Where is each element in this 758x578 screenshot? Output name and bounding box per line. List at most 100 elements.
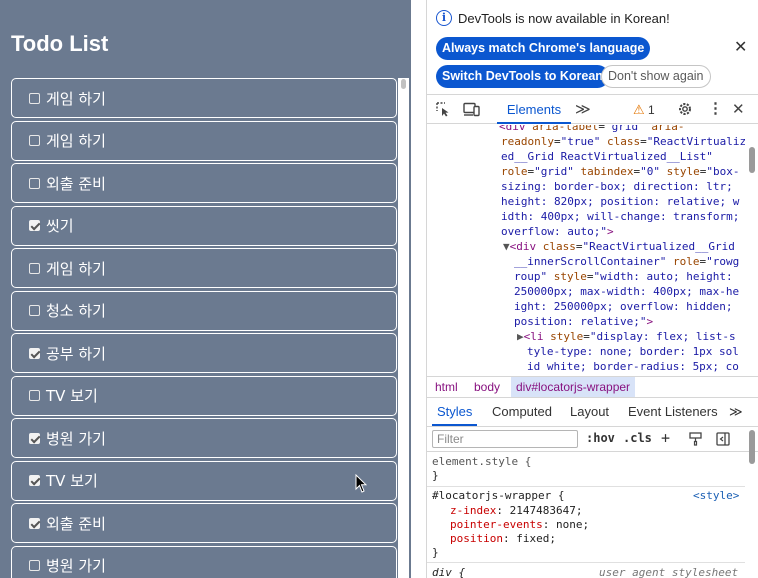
- styles-scrollbar[interactable]: [749, 430, 755, 464]
- rule-close: }: [432, 546, 439, 559]
- todo-item[interactable]: 씻기: [11, 205, 397, 246]
- css-property[interactable]: pointer-events: none;: [450, 518, 589, 532]
- css-property-value: fixed;: [516, 532, 556, 545]
- tab-elements[interactable]: Elements: [497, 95, 571, 124]
- hov-button[interactable]: :hov: [586, 431, 615, 445]
- scrollbar-thumb[interactable]: [401, 79, 406, 89]
- more-options-icon[interactable]: ⋮: [708, 99, 723, 117]
- dont-show-again-button[interactable]: Don't show again: [601, 65, 711, 88]
- devtools-panel: i DevTools is now available in Korean! A…: [427, 0, 758, 578]
- dom-line: readonly="true" class="ReactVirtualiz: [501, 135, 745, 148]
- dom-line: position: relative;">: [514, 315, 654, 328]
- todo-item[interactable]: 게임 하기: [11, 248, 397, 288]
- language-infobar: i DevTools is now available in Korean! A…: [427, 0, 758, 94]
- next-rule-selector: div {: [432, 566, 466, 578]
- dom-line: 250000px; max-width: 400px; max-he: [514, 285, 740, 298]
- todo-label: 공부 하기: [46, 344, 106, 363]
- element-style-close: }: [432, 469, 439, 482]
- switch-to-korean-button[interactable]: Switch DevTools to Korean: [436, 65, 609, 88]
- info-icon: i: [436, 10, 452, 26]
- todo-list: 게임 하기 게임 하기 외출 준비 씻기 게임 하기 청소 하기 공부 하기 TV 보기 병원 …: [11, 78, 397, 578]
- unchecked-checkbox[interactable]: [29, 560, 40, 571]
- breadcrumb-locatorjs-wrapper[interactable]: div#locatorjs-wrapper: [511, 377, 636, 397]
- todo-label: 씻기: [46, 217, 74, 235]
- rule-selector: #locatorjs-wrapper {: [432, 489, 565, 502]
- css-property[interactable]: position: fixed;: [450, 532, 556, 546]
- close-infobar-icon[interactable]: ✕: [734, 37, 747, 57]
- mouse-cursor-icon: [355, 474, 367, 493]
- todo-item[interactable]: 게임 하기: [11, 78, 397, 118]
- checked-checkbox[interactable]: [29, 220, 40, 231]
- checked-checkbox[interactable]: [29, 432, 40, 444]
- more-subtabs-chevron-icon[interactable]: ≫: [729, 398, 743, 426]
- unchecked-checkbox[interactable]: [29, 92, 40, 104]
- warnings-counter[interactable]: ⚠ 1: [633, 102, 655, 118]
- tab-event-listeners[interactable]: Event Listeners: [628, 398, 718, 426]
- todo-label: 청소 하기: [46, 302, 106, 320]
- breadcrumb-body[interactable]: body: [474, 377, 500, 397]
- todo-item[interactable]: 외출 준비: [11, 163, 397, 203]
- dom-line: ▼<div class="ReactVirtualized__Grid: [503, 240, 735, 253]
- warning-icon: ⚠: [633, 102, 645, 117]
- checked-checkbox[interactable]: [29, 347, 40, 359]
- css-property-value: none;: [555, 518, 590, 531]
- new-style-rule-icon[interactable]: +: [661, 429, 670, 447]
- more-tabs-chevron-icon[interactable]: ≫: [575, 100, 591, 118]
- dom-tree-scrollbar[interactable]: [749, 147, 755, 173]
- dom-line: id white; border-radius: 5px; co: [527, 360, 739, 373]
- todo-label: 병원 가기: [46, 429, 106, 448]
- unchecked-checkbox[interactable]: [29, 135, 40, 146]
- styles-filter-input[interactable]: Filter: [432, 430, 578, 448]
- todo-item[interactable]: TV 보기: [11, 460, 397, 501]
- unchecked-checkbox[interactable]: [29, 262, 40, 274]
- element-style-selector: element.style {: [432, 455, 532, 468]
- unchecked-checkbox[interactable]: [29, 305, 40, 316]
- todo-item[interactable]: 병원 가기: [11, 418, 397, 458]
- toggle-sidebar-icon[interactable]: [716, 432, 730, 446]
- rule-separator: [427, 562, 745, 563]
- dom-line: overflow: auto;">: [501, 225, 614, 238]
- styles-filter-bar: Filter :hov .cls +: [427, 427, 758, 452]
- todo-item[interactable]: 게임 하기: [11, 120, 397, 161]
- tab-layout[interactable]: Layout: [570, 398, 609, 426]
- dom-line: role="grid" tabindex="0" style="box-: [501, 165, 740, 178]
- todo-item[interactable]: 병원 가기: [11, 545, 397, 578]
- todo-item[interactable]: 청소 하기: [11, 290, 397, 331]
- todo-item[interactable]: TV 보기: [11, 375, 397, 416]
- devtools-tabbar: Elements ≫ ⚠ 1 ⋮ ✕: [427, 94, 758, 124]
- inspect-element-icon[interactable]: [436, 102, 451, 117]
- dom-line: roup" style="width: auto; height:: [514, 270, 733, 283]
- dom-line: height: 820px; position: relative; w: [501, 195, 740, 208]
- css-property-name: pointer-events: [450, 518, 543, 531]
- css-property[interactable]: z-index: 2147483647;: [450, 504, 582, 518]
- close-devtools-icon[interactable]: ✕: [732, 100, 745, 118]
- rule-source-link[interactable]: <style>: [693, 489, 739, 503]
- todo-label: 게임 하기: [46, 259, 106, 278]
- cls-button[interactable]: .cls: [623, 431, 652, 445]
- checked-checkbox[interactable]: [29, 475, 40, 486]
- dom-line: idth: 400px; will-change: transform;: [501, 210, 740, 223]
- todo-item[interactable]: 공부 하기: [11, 333, 397, 373]
- settings-gear-icon[interactable]: [677, 101, 693, 117]
- styles-pane[interactable]: element.style { } #locatorjs-wrapper { <…: [427, 452, 745, 578]
- tab-styles[interactable]: Styles: [432, 398, 478, 426]
- dom-line: __innerScrollContainer" role="rowg: [514, 255, 740, 268]
- always-match-language-button[interactable]: Always match Chrome's language: [436, 37, 651, 60]
- checked-checkbox[interactable]: [29, 517, 40, 529]
- dom-tree[interactable]: <div aria-label="grid" aria- readonly="t…: [427, 125, 745, 375]
- todo-item[interactable]: 외출 준비: [11, 503, 397, 543]
- unchecked-checkbox[interactable]: [29, 390, 40, 401]
- tab-computed[interactable]: Computed: [492, 398, 552, 426]
- page-title: Todo List: [11, 31, 109, 56]
- unchecked-checkbox[interactable]: [29, 177, 40, 189]
- infobar-message: DevTools is now available in Korean!: [458, 11, 670, 26]
- breadcrumb-html[interactable]: html: [435, 377, 458, 397]
- dom-line: ight: 250000px; overflow: hidden;: [514, 300, 733, 313]
- breadcrumb: html body div#locatorjs-wrapper: [427, 376, 758, 398]
- list-scrollbar[interactable]: [398, 78, 409, 578]
- css-property-value: 2147483647;: [509, 504, 583, 517]
- device-toolbar-icon[interactable]: [463, 102, 481, 117]
- dom-line: tyle-type: none; border: 1px sol: [527, 345, 739, 358]
- todo-label: 외출 준비: [46, 514, 106, 533]
- element-state-paint-icon[interactable]: [689, 432, 703, 446]
